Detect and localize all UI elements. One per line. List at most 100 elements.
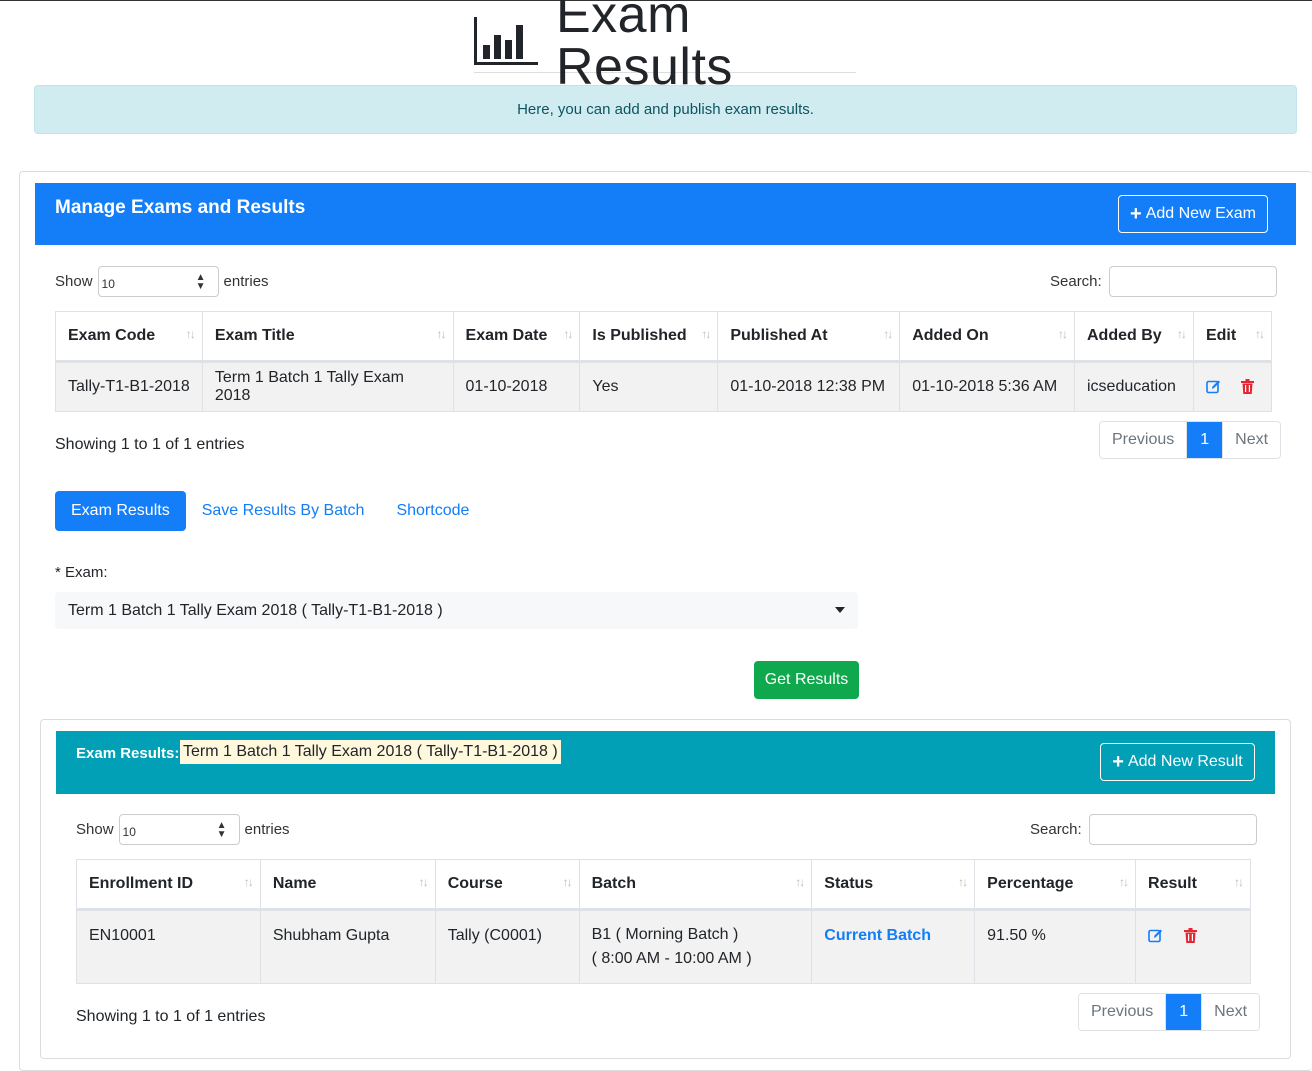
tab-shortcode[interactable]: Shortcode	[380, 491, 485, 531]
sort-icon: ↑↓	[185, 327, 196, 341]
course-cell: Tally (C0001)	[434, 909, 580, 984]
sort-icon: ↑↓	[243, 875, 254, 889]
sort-icon: ↑↓	[958, 875, 968, 889]
info-alert: Here, you can add and publish exam resul…	[34, 85, 1297, 134]
exam-date-cell: 01-10-2018	[452, 361, 581, 412]
col-enrollment-id[interactable]: Enrollment ID ↑↓	[76, 859, 261, 911]
batch-time: ( 8:00 AM - 10:00 AM )	[591, 950, 752, 967]
col-status[interactable]: Status ↑↓	[811, 859, 976, 911]
page-1-button[interactable]: 1	[1186, 422, 1223, 458]
caret-down-icon	[835, 607, 845, 613]
edit-icon[interactable]	[1206, 379, 1221, 394]
exams-search: Search:	[1050, 266, 1277, 297]
results-search-input[interactable]	[1088, 814, 1257, 845]
exams-entries-select[interactable]: 10 ▲ ▼	[97, 266, 219, 297]
edit-cell	[1192, 361, 1273, 412]
table-row: EN10001 Shubham Gupta Tally (C0001) B1 (…	[76, 909, 1251, 984]
add-new-exam-button[interactable]: + Add New Exam	[1118, 195, 1268, 233]
results-length-control: Show 10 ▲ ▼ entries	[76, 814, 290, 845]
added-on-cell: 01-10-2018 5:36 AM	[899, 361, 1075, 412]
entries-value: 10	[122, 825, 136, 839]
col-added-by[interactable]: Added By ↑↓	[1074, 311, 1194, 363]
sort-icon: ↑↓	[883, 327, 893, 341]
bar-chart-icon	[474, 15, 540, 67]
entries-value: 10	[101, 277, 115, 291]
sort-icon: ↑↓	[701, 327, 711, 341]
previous-button[interactable]: Previous	[1100, 422, 1187, 458]
sort-arrows-icon: ▲ ▼	[216, 820, 227, 840]
sort-icon: ↑↓	[562, 875, 573, 889]
results-card-header: Exam Results: Term 1 Batch 1 Tally Exam …	[56, 731, 1275, 794]
sort-icon: ↑↓	[436, 327, 447, 341]
trash-icon[interactable]	[1183, 928, 1197, 944]
results-table-header: Enrollment ID ↑↓ Name ↑↓ Course ↑↓ Batch ↑↓ …	[76, 859, 1251, 911]
sort-icon: ↑↓	[795, 875, 805, 889]
percentage-cell: 91.50 %	[974, 909, 1137, 984]
tab-exam-results[interactable]: Exam Results	[55, 491, 186, 531]
manage-card-title: Manage Exams and Results	[55, 197, 306, 218]
results-table: Enrollment ID ↑↓ Name ↑↓ Course ↑↓ Batch ↑↓ …	[76, 859, 1251, 984]
enrollment-id-cell: EN10001	[76, 909, 261, 984]
sort-icon: ↑↓	[1255, 327, 1265, 341]
status-cell: Current Batch	[811, 909, 976, 984]
col-name[interactable]: Name ↑↓	[259, 859, 436, 911]
add-new-exam-label: Add New Exam	[1145, 205, 1256, 222]
col-edit[interactable]: Edit ↑↓	[1192, 311, 1273, 363]
add-new-result-button[interactable]: + Add New Result	[1100, 743, 1255, 781]
exams-length-control: Show 10 ▲ ▼ entries	[55, 266, 269, 297]
exams-table: Exam Code ↑↓ Exam Title ↑↓ Exam Date ↑↓ Is …	[55, 311, 1273, 412]
edit-icon[interactable]	[1148, 928, 1163, 943]
sort-icon: ↑↓	[1058, 327, 1068, 341]
col-result[interactable]: Result ↑↓	[1135, 859, 1251, 911]
published-at-cell: 01-10-2018 12:38 PM	[717, 361, 901, 412]
next-button[interactable]: Next	[1222, 422, 1281, 458]
batch-cell: B1 ( Morning Batch ) ( 8:00 AM - 10:00 A…	[578, 909, 813, 984]
col-exam-code[interactable]: Exam Code ↑↓	[55, 311, 203, 363]
col-exam-title[interactable]: Exam Title ↑↓	[201, 311, 454, 363]
sort-icon: ↑↓	[418, 875, 429, 889]
col-added-on[interactable]: Added On ↑↓	[899, 311, 1075, 363]
batch-name: B1 ( Morning Batch )	[591, 926, 739, 943]
sort-icon: ↑↓	[1176, 327, 1187, 341]
col-is-published[interactable]: Is Published ↑↓	[579, 311, 719, 363]
sort-icon: ↑↓	[1234, 875, 1244, 889]
col-batch[interactable]: Batch ↑↓	[578, 859, 813, 911]
show-label: Show	[55, 273, 93, 290]
page-1-button[interactable]: 1	[1165, 994, 1202, 1030]
plus-icon: +	[1130, 203, 1142, 225]
exams-table-info: Showing 1 to 1 of 1 entries	[55, 436, 245, 453]
previous-button[interactable]: Previous	[1079, 994, 1166, 1030]
table-row: Tally-T1-B1-2018 Term 1 Batch 1 Tally Ex…	[55, 361, 1273, 412]
exam-select-value: Term 1 Batch 1 Tally Exam 2018 ( Tally-T…	[68, 602, 443, 619]
exams-pagination: Previous 1 Next	[1099, 421, 1282, 459]
col-percentage[interactable]: Percentage ↑↓	[974, 859, 1137, 911]
manage-card-header: Manage Exams and Results + Add New Exam	[35, 183, 1296, 245]
status-link[interactable]: Current Batch	[824, 927, 931, 944]
exam-code-cell: Tally-T1-B1-2018	[55, 361, 203, 412]
col-published-at[interactable]: Published At ↑↓	[717, 311, 901, 363]
name-cell: Shubham Gupta	[259, 909, 436, 984]
result-actions-cell	[1135, 909, 1251, 984]
exam-select[interactable]: Term 1 Batch 1 Tally Exam 2018 ( Tally-T…	[55, 592, 858, 629]
added-by-cell: icseducation	[1074, 361, 1194, 412]
is-published-cell: Yes	[579, 361, 719, 412]
plus-icon: +	[1112, 751, 1124, 773]
exams-search-input[interactable]	[1108, 266, 1277, 297]
col-course[interactable]: Course ↑↓	[434, 859, 580, 911]
results-tabs: Exam Results Save Results By Batch Short…	[55, 491, 485, 531]
page-title: Exam Results	[556, 0, 733, 96]
results-entries-select[interactable]: 10 ▲ ▼	[118, 814, 240, 845]
get-results-button[interactable]: Get Results	[754, 661, 859, 699]
entries-label: entries	[244, 821, 290, 838]
show-label: Show	[76, 821, 114, 838]
next-button[interactable]: Next	[1201, 994, 1260, 1030]
search-label: Search:	[1050, 273, 1102, 290]
col-exam-date[interactable]: Exam Date ↑↓	[452, 311, 581, 363]
results-title-value: Term 1 Batch 1 Tally Exam 2018 ( Tally-T…	[180, 740, 561, 764]
trash-icon[interactable]	[1241, 379, 1255, 395]
entries-label: entries	[223, 273, 269, 290]
search-label: Search:	[1030, 821, 1082, 838]
exams-table-header: Exam Code ↑↓ Exam Title ↑↓ Exam Date ↑↓ Is …	[55, 311, 1273, 363]
sort-icon: ↑↓	[1119, 875, 1129, 889]
tab-save-results-by-batch[interactable]: Save Results By Batch	[186, 491, 381, 531]
